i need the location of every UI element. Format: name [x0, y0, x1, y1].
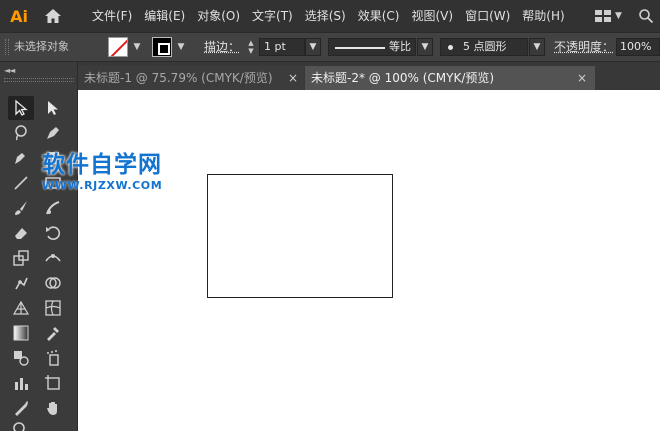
watermark-title: 软件自学网 [42, 152, 162, 178]
direct-selection-tool-icon[interactable] [40, 96, 66, 120]
tab-title: 未标题-1 @ 75.79% (CMYK/预览) [84, 71, 273, 85]
slice-tool-icon[interactable] [8, 396, 34, 420]
site-watermark: 软件自学网 WWW.RJZXW.COM [42, 151, 162, 193]
selection-tool-icon[interactable] [8, 96, 34, 120]
tab-title: 未标题-2* @ 100% (CMYK/预览) [311, 71, 495, 85]
perspective-grid-tool-icon[interactable] [8, 296, 34, 320]
eyedropper-tool-icon[interactable] [40, 321, 66, 345]
search-icon[interactable] [638, 8, 654, 24]
tab-document-2[interactable]: 未标题-2* @ 100% (CMYK/预览) × [305, 66, 595, 90]
curvature-tool-icon[interactable] [8, 146, 34, 170]
menu-help[interactable]: 帮助(H) [516, 0, 570, 32]
shape-builder-tool-icon[interactable] [40, 271, 66, 295]
artboard-tool-icon[interactable] [40, 371, 66, 395]
stroke-dropdown-chevron-down-icon[interactable]: ▼ [175, 40, 187, 54]
zoom-tool-icon[interactable] [8, 418, 34, 431]
opacity-label[interactable]: 不透明度： [554, 33, 614, 61]
tools-panel: ◄◄ [0, 62, 78, 431]
opacity-input[interactable]: 100% [616, 38, 660, 56]
app-logo: Ai [10, 6, 28, 26]
width-tool-icon[interactable] [40, 246, 66, 270]
fill-dropdown-chevron-down-icon[interactable]: ▼ [131, 40, 143, 54]
line-segment-tool-icon[interactable] [8, 171, 34, 195]
profile-chevron-down-icon[interactable]: ▼ [417, 38, 433, 56]
menu-object[interactable]: 对象(O) [191, 0, 246, 32]
rotate-tool-icon[interactable] [40, 221, 66, 245]
column-graph-tool-icon[interactable] [8, 371, 34, 395]
stroke-weight-input[interactable]: 1 pt [259, 38, 305, 56]
magic-wand-tool-icon[interactable] [8, 121, 34, 145]
brush-definition-select[interactable]: 5 点圆形 [440, 38, 528, 56]
panel-grip[interactable] [5, 39, 9, 55]
shaper-tool-icon[interactable] [40, 196, 66, 220]
artboard-canvas[interactable] [78, 90, 660, 431]
brush-dot-icon [448, 45, 453, 50]
paintbrush-tool-icon[interactable] [8, 196, 34, 220]
menu-bar: Ai 文件(F) 编辑(E) 对象(O) 文字(T) 选择(S) 效果(C) 视… [0, 0, 660, 32]
mesh-tool-icon[interactable] [40, 296, 66, 320]
variable-width-profile-select[interactable]: 等比 [328, 38, 416, 56]
menu-type[interactable]: 文字(T) [246, 0, 299, 32]
stroke-label[interactable]: 描边： [204, 33, 240, 61]
menu-edit[interactable]: 编辑(E) [138, 0, 191, 32]
panel-grip[interactable] [4, 78, 74, 82]
control-bar: 未选择对象 ▼ ▼ 描边： ▲ ▼ 1 pt ▼ 等比 ▼ 5 点圆形 ▼ 不透明… [0, 32, 660, 62]
collapse-panel-icon[interactable]: ◄◄ [4, 66, 15, 75]
document-tabs: 未标题-1 @ 75.79% (CMYK/预览) × 未标题-2* @ 100%… [78, 62, 660, 90]
eraser-tool-icon[interactable] [8, 221, 34, 245]
hand-tool-icon[interactable] [40, 396, 66, 420]
menu-select[interactable]: 选择(S) [299, 0, 352, 32]
selection-status: 未选择对象 [14, 40, 69, 53]
pen-tool-icon[interactable] [40, 121, 66, 145]
workspace-switcher-icon[interactable]: ▼ [594, 7, 626, 25]
gradient-tool-icon[interactable] [8, 321, 34, 345]
main-menu: 文件(F) 编辑(E) 对象(O) 文字(T) 选择(S) 效果(C) 视图(V… [86, 0, 571, 32]
profile-label: 等比 [389, 40, 411, 53]
menu-file[interactable]: 文件(F) [86, 0, 138, 32]
close-icon[interactable]: × [288, 66, 298, 90]
stroke-weight-stepper[interactable]: ▲ ▼ [244, 38, 258, 56]
brush-chevron-down-icon[interactable]: ▼ [529, 38, 545, 56]
stroke-weight-chevron-down-icon[interactable]: ▼ [305, 38, 321, 56]
blend-tool-icon[interactable] [8, 346, 34, 370]
home-icon[interactable] [38, 0, 68, 32]
menu-window[interactable]: 窗口(W) [459, 0, 516, 32]
menu-effect[interactable]: 效果(C) [352, 0, 406, 32]
watermark-url: WWW.RJZXW.COM [42, 179, 163, 192]
fill-color-swatch[interactable] [108, 37, 128, 57]
symbol-sprayer-tool-icon[interactable] [40, 346, 66, 370]
profile-line-icon [335, 47, 385, 49]
menu-view[interactable]: 视图(V) [405, 0, 459, 32]
stroke-color-swatch[interactable] [152, 37, 172, 57]
scale-tool-icon[interactable] [8, 246, 34, 270]
rectangle-shape[interactable] [207, 174, 393, 298]
close-icon[interactable]: × [577, 66, 587, 90]
puppet-warp-tool-icon[interactable] [8, 271, 34, 295]
tab-document-1[interactable]: 未标题-1 @ 75.79% (CMYK/预览) × [78, 66, 304, 90]
brush-label: 5 点圆形 [463, 40, 507, 53]
